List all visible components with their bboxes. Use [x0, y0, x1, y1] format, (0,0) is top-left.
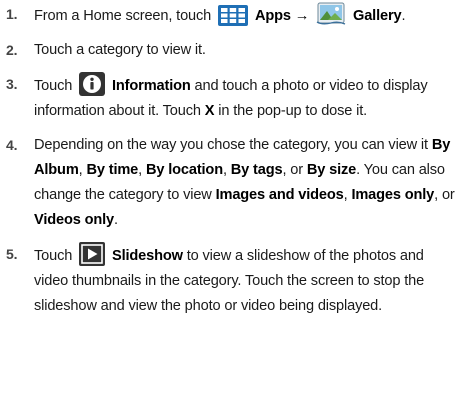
step-4-text-a: Depending on the way you chose the categ…	[34, 137, 428, 153]
x-label: X	[204, 103, 215, 119]
step-3: 3. Touch Information and touch a photo o…	[0, 72, 473, 124]
step-2: 2. Touch a category to view it.	[0, 38, 473, 63]
separator: ,	[343, 187, 348, 203]
step-number: 2.	[6, 42, 18, 58]
apps-grid-icon	[218, 5, 249, 26]
by-tags-label: By tags	[230, 162, 283, 178]
slideshow-play-icon	[79, 242, 106, 266]
step-3-text-a: Touch	[34, 78, 73, 94]
gallery-icon	[316, 2, 346, 26]
apps-label: Apps	[254, 8, 291, 24]
step-number: 5.	[6, 246, 18, 262]
by-time-label: By time	[86, 162, 139, 178]
arrow-glyph: →	[294, 8, 310, 24]
step-3-text-c: in the pop-up to dose it.	[218, 103, 368, 119]
information-label: Information	[112, 78, 191, 94]
separator: ,	[222, 162, 227, 178]
step-1-text-b: .	[401, 8, 406, 24]
images-only-label: Images only	[351, 187, 435, 203]
step-text: Depending on the way you chose the categ…	[34, 133, 473, 233]
videos-only-label: Videos only	[34, 212, 114, 228]
instruction-list: 1. From a Home screen, touch Apps → Gall…	[0, 0, 473, 419]
step-5: 5. Touch Slideshow to view a slideshow o…	[0, 242, 473, 319]
information-icon	[79, 72, 106, 96]
by-location-label: By location	[145, 162, 223, 178]
step-number: 4.	[6, 137, 18, 153]
step-1-text-a: From a Home screen, touch	[34, 8, 212, 24]
by-size-label: By size	[306, 162, 357, 178]
step-4: 4. Depending on the way you chose the ca…	[0, 133, 473, 233]
step-text: From a Home screen, touch Apps → Gallery…	[34, 2, 473, 29]
step-number: 1.	[6, 6, 18, 22]
separator: ,	[78, 162, 83, 178]
step-5-text-a: Touch	[34, 248, 73, 264]
step-number: 3.	[6, 76, 18, 92]
gallery-label: Gallery	[353, 8, 402, 24]
step-text: Touch a category to view it.	[34, 42, 206, 58]
separator: , or	[434, 187, 455, 203]
images-and-videos-label: Images and videos	[215, 187, 344, 203]
separator: , or	[282, 162, 303, 178]
step-text: Touch Slideshow to view a slideshow of t…	[34, 242, 473, 319]
slideshow-label: Slideshow	[112, 248, 183, 264]
separator: .	[114, 212, 118, 228]
step-1: 1. From a Home screen, touch Apps → Gall…	[0, 2, 473, 29]
separator: ,	[138, 162, 143, 178]
step-text: Touch Information and touch a photo or v…	[34, 72, 473, 124]
